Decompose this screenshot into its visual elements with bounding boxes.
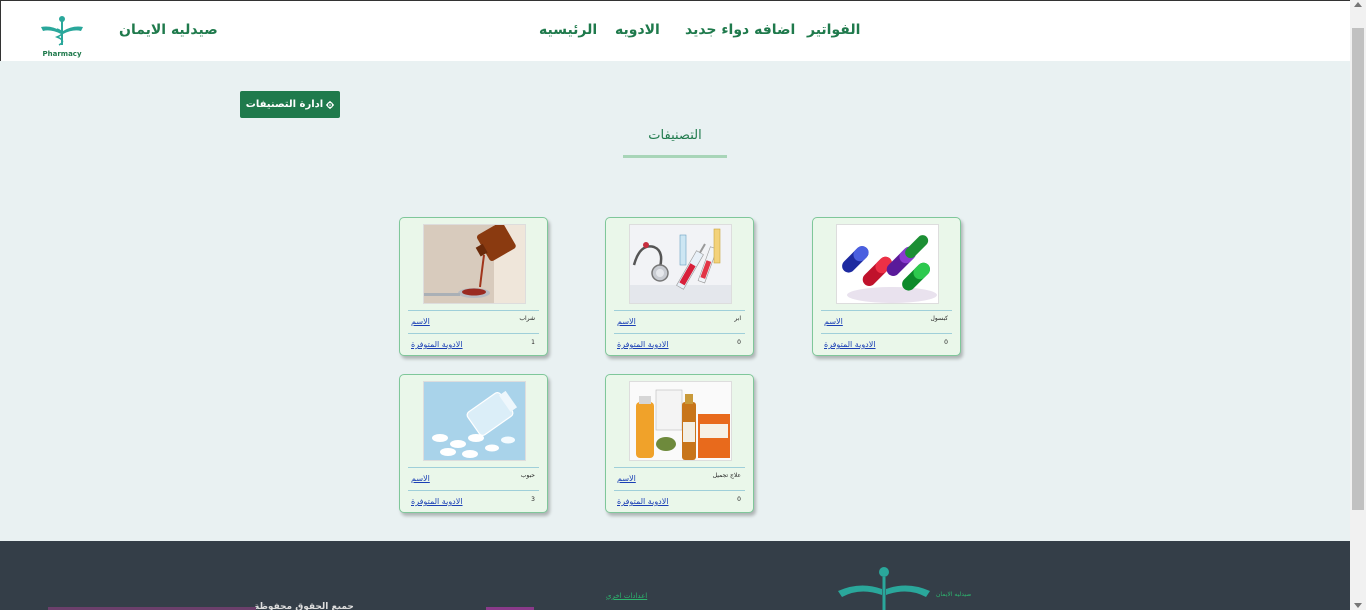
footer-copyright: جميع الحقوق محفوظة xyxy=(254,602,354,610)
available-medicines-link[interactable]: الادوية المتوفرة xyxy=(411,497,463,506)
nav-invoices[interactable]: الفواتير xyxy=(807,22,860,38)
card-divider xyxy=(614,467,745,468)
name-link[interactable]: الاسم xyxy=(411,474,430,483)
category-card-syrup[interactable]: شراب الاسم 1 الادوية المتوفرة xyxy=(399,217,548,356)
available-count: 0 xyxy=(944,339,948,346)
card-divider xyxy=(408,467,539,468)
name-link[interactable]: الاسم xyxy=(617,317,636,326)
card-divider xyxy=(614,333,745,334)
name-link[interactable]: الاسم xyxy=(824,317,843,326)
category-name: علاج تجميل xyxy=(712,472,741,479)
category-card-pills[interactable]: حبوب الاسم 3 الادوية المتوفرة xyxy=(399,374,548,513)
syringes-image[interactable] xyxy=(629,224,732,304)
manage-categories-label: ادارة التصنيفات xyxy=(245,99,324,110)
other-settings-link[interactable]: اعدادات اخري xyxy=(606,592,647,600)
page-scrollbar[interactable] xyxy=(1350,0,1366,610)
category-card-cosmetic[interactable]: علاج تجميل الاسم 0 الادوية المتوفرة xyxy=(605,374,754,513)
available-count: 3 xyxy=(531,496,535,503)
footer-brand: صيدليه الايمان xyxy=(936,591,972,598)
available-count: 0 xyxy=(737,339,741,346)
capsules-image[interactable] xyxy=(836,224,939,304)
category-name: كبسول xyxy=(930,315,948,322)
title-underline xyxy=(623,155,727,158)
category-card-syringes[interactable]: ابر الاسم 0 الادوية المتوفرة xyxy=(605,217,754,356)
categories-title: التصنيفات xyxy=(648,128,702,143)
pharmacy-logo[interactable]: Pharmacy xyxy=(39,15,85,59)
scroll-thumb[interactable] xyxy=(1352,28,1364,510)
available-count: 1 xyxy=(531,339,535,346)
manage-categories-button[interactable]: ادارة التصنيفات xyxy=(240,91,340,118)
scroll-up-icon[interactable] xyxy=(1354,2,1362,7)
card-divider xyxy=(821,310,952,311)
scroll-down-icon[interactable] xyxy=(1354,603,1362,608)
card-divider xyxy=(614,310,745,311)
card-divider xyxy=(408,310,539,311)
name-link[interactable]: الاسم xyxy=(411,317,430,326)
available-medicines-link[interactable]: الادوية المتوفرة xyxy=(824,340,876,349)
available-count: 0 xyxy=(737,496,741,503)
available-medicines-link[interactable]: الادوية المتوفرة xyxy=(411,340,463,349)
top-navbar: Pharmacy صيدليه الايمان الفواتير اضافه د… xyxy=(0,0,1350,61)
name-link[interactable]: الاسم xyxy=(617,474,636,483)
available-medicines-link[interactable]: الادوية المتوفرة xyxy=(617,340,669,349)
card-divider xyxy=(821,333,952,334)
card-divider xyxy=(614,490,745,491)
footer-pharmacy-logo xyxy=(838,567,930,610)
card-divider xyxy=(408,490,539,491)
nav-medicines[interactable]: الادويه xyxy=(615,22,660,38)
svg-text:Pharmacy: Pharmacy xyxy=(42,50,81,58)
footer: صيدليه الايمان اعدادات اخري جميع الحقوق … xyxy=(0,541,1350,610)
nav-add-medicine[interactable]: اضافه دواء جديد xyxy=(685,22,795,38)
card-divider xyxy=(408,333,539,334)
brand-name[interactable]: صيدليه الايمان xyxy=(119,22,218,38)
cosmetic-products-image[interactable] xyxy=(629,381,732,461)
available-medicines-link[interactable]: الادوية المتوفرة xyxy=(617,497,669,506)
category-card-capsules[interactable]: كبسول الاسم 0 الادوية المتوفرة xyxy=(812,217,961,356)
category-name: شراب xyxy=(519,315,535,322)
category-name: ابر xyxy=(734,315,741,322)
nav-home[interactable]: الرئيسيه xyxy=(539,22,597,38)
syrup-image[interactable] xyxy=(423,224,526,304)
gear-icon xyxy=(326,100,335,109)
category-name: حبوب xyxy=(520,472,535,479)
pills-image[interactable] xyxy=(423,381,526,461)
